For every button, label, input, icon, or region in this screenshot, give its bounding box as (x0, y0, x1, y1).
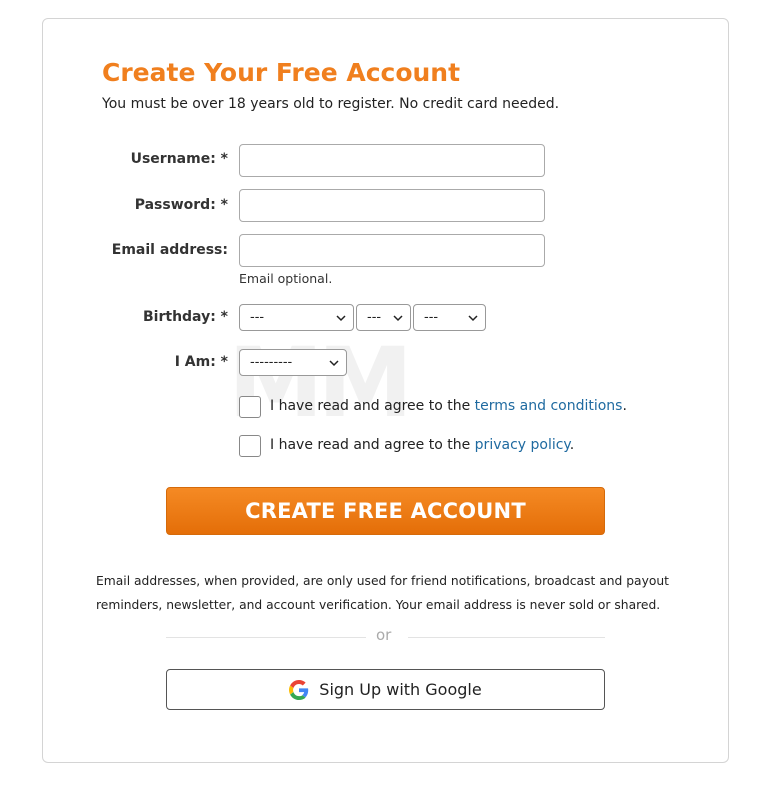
username-label: Username: * (130, 151, 228, 167)
google-logo-icon (289, 679, 309, 700)
or-separator: or (376, 626, 392, 644)
email-input[interactable] (239, 234, 545, 267)
privacy-link[interactable]: privacy policy (475, 437, 570, 453)
chevron-down-icon (329, 360, 339, 367)
divider-left (166, 637, 366, 638)
email-hint: Email optional. (239, 271, 333, 286)
gender-value: --------- (250, 355, 293, 370)
email-disclaimer: Email addresses, when provided, are only… (96, 574, 669, 612)
privacy-text: I have read and agree to the privacy pol… (270, 437, 575, 453)
terms-link[interactable]: terms and conditions (475, 398, 623, 414)
birthday-year-value: --- (424, 310, 439, 325)
birthday-day-value: --- (367, 310, 382, 325)
birthday-label: Birthday: * (143, 309, 228, 325)
chevron-down-icon (468, 315, 478, 322)
gender-label: I Am: * (174, 354, 228, 370)
birthday-month-value: --- (250, 310, 265, 325)
birthday-day-select[interactable]: --- (356, 304, 411, 331)
privacy-checkbox[interactable] (239, 435, 261, 457)
birthday-year-select[interactable]: --- (413, 304, 486, 331)
signup-card (42, 18, 729, 763)
page-subtitle: You must be over 18 years old to registe… (102, 96, 560, 112)
chevron-down-icon (336, 315, 346, 322)
create-account-button[interactable]: CREATE FREE ACCOUNT (166, 487, 605, 535)
birthday-month-select[interactable]: --- (239, 304, 354, 331)
gender-select[interactable]: --------- (239, 349, 347, 376)
terms-checkbox[interactable] (239, 396, 261, 418)
terms-text: I have read and agree to the terms and c… (270, 398, 627, 414)
password-label: Password: * (134, 197, 228, 213)
username-input[interactable] (239, 144, 545, 177)
page-title: Create Your Free Account (102, 58, 461, 87)
google-signup-label: Sign Up with Google (319, 680, 482, 699)
email-label: Email address: (111, 242, 228, 258)
google-signup-button[interactable]: Sign Up with Google (166, 669, 605, 710)
chevron-down-icon (393, 315, 403, 322)
password-input[interactable] (239, 189, 545, 222)
divider-right (408, 637, 605, 638)
